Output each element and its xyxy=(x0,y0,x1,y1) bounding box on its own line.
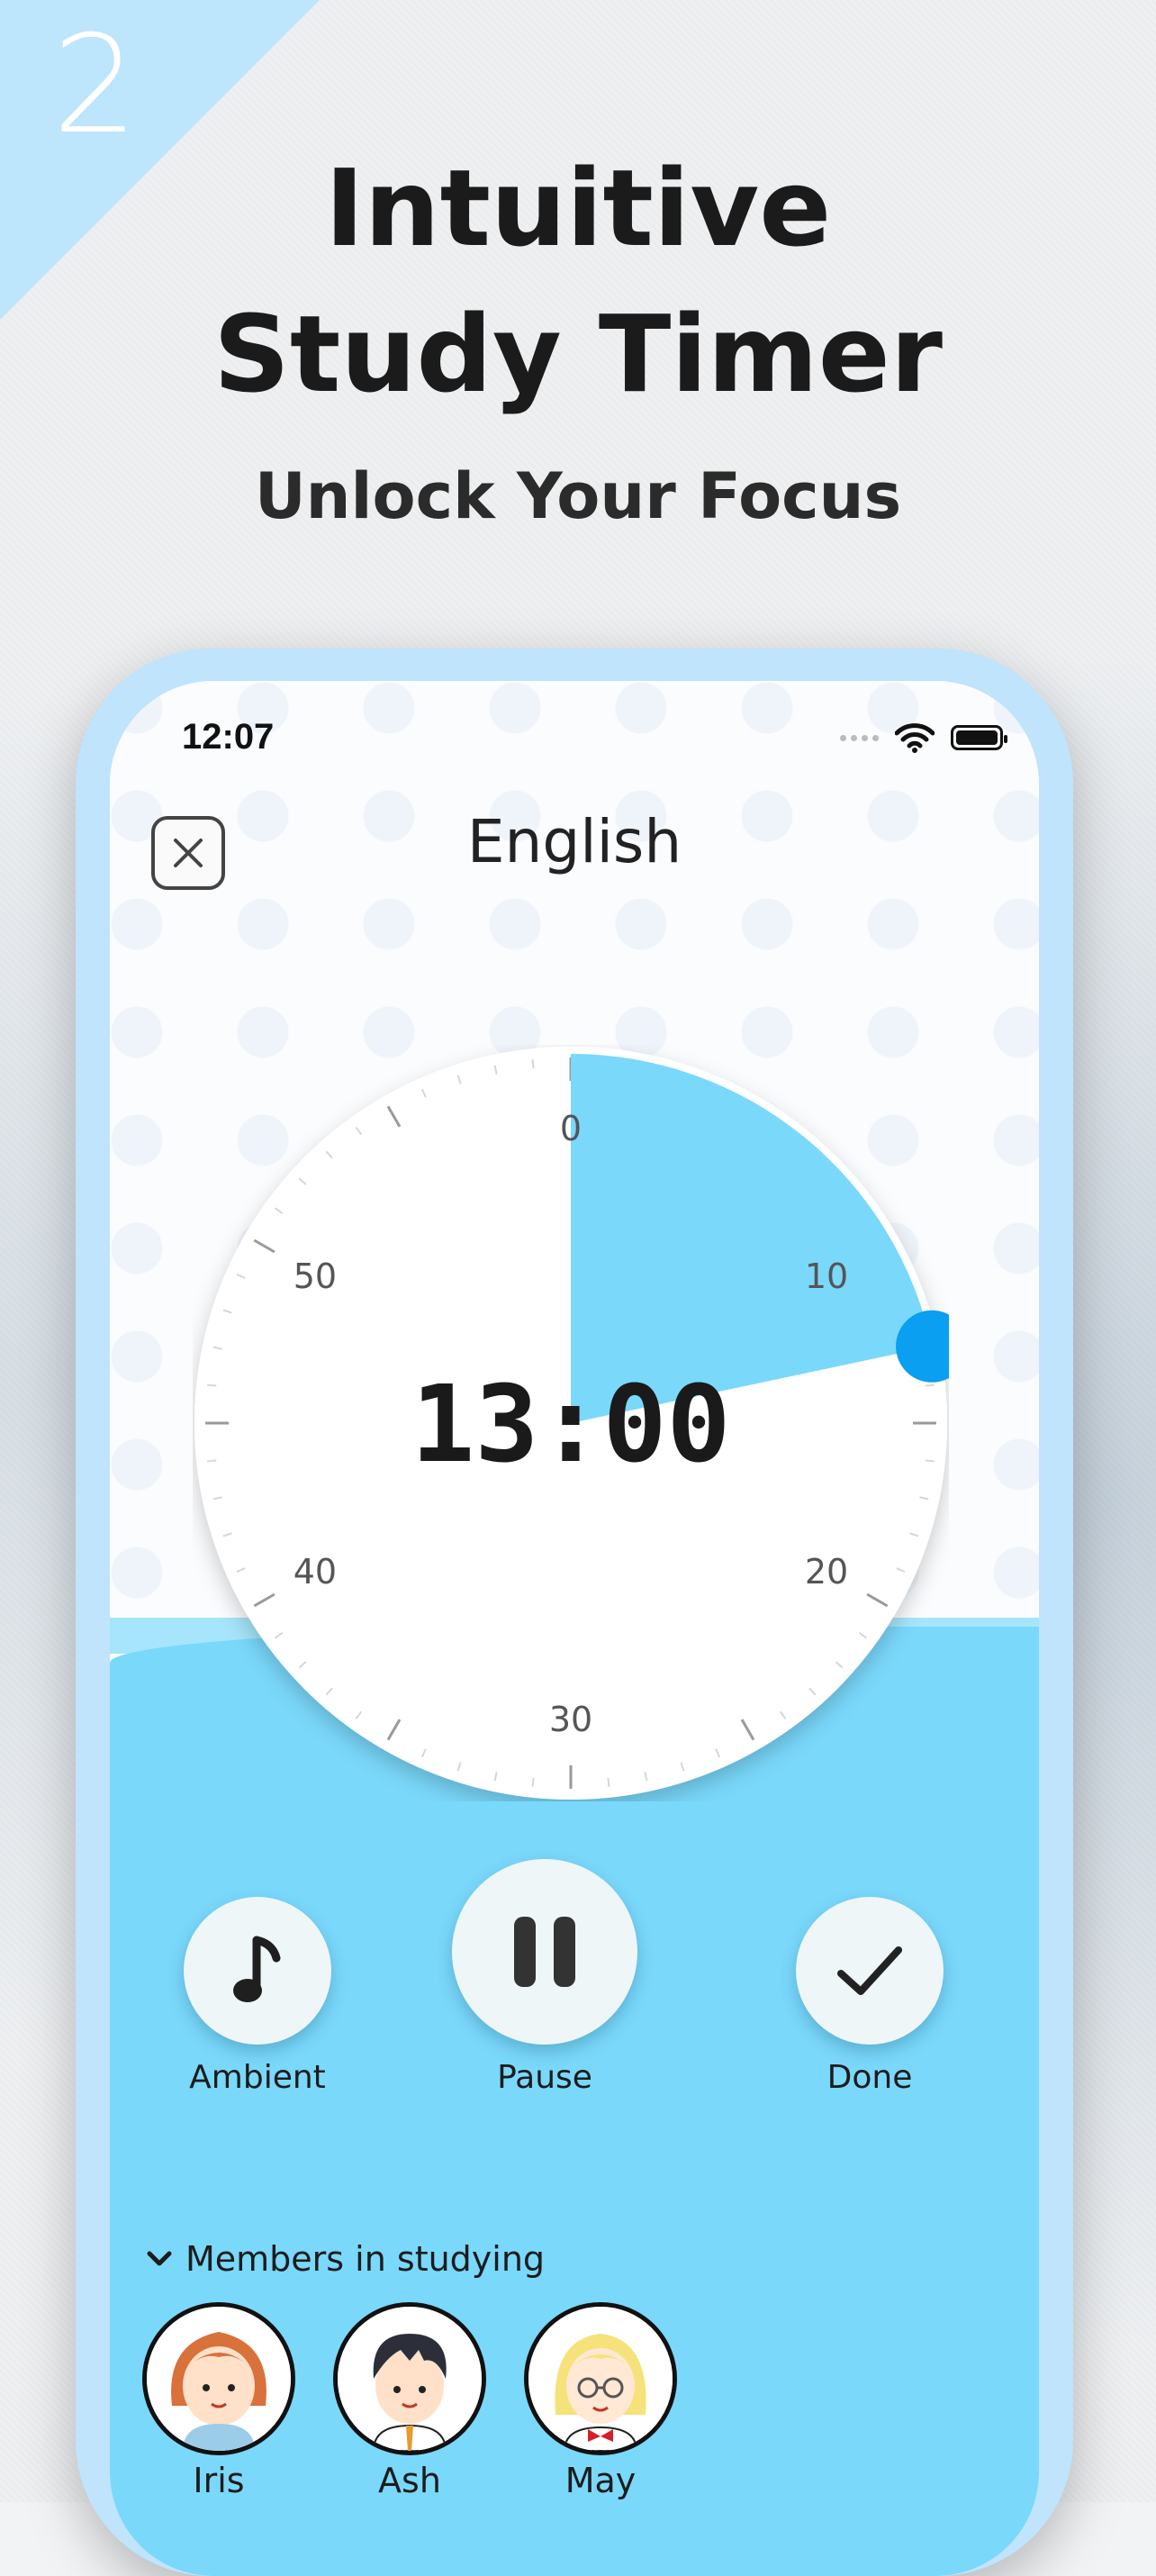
headline-line1: Intuitive xyxy=(324,146,832,270)
member-ash[interactable]: Ash xyxy=(333,2302,486,2500)
status-time: 12:07 xyxy=(182,717,275,757)
member-name: May xyxy=(564,2461,637,2500)
battery-icon xyxy=(951,725,1007,750)
dial-label: 50 xyxy=(294,1256,337,1296)
wifi-icon xyxy=(895,723,935,753)
girl-avatar-icon xyxy=(147,2307,291,2451)
pause-button[interactable] xyxy=(452,1859,637,2045)
avatar xyxy=(142,2302,295,2455)
headline: Intuitive Study Timer xyxy=(0,135,1156,427)
phone-screen: 12:07 English 0 10 20 30 40 50 13:00 Amb… xyxy=(110,681,1039,2576)
phone-frame: 12:07 English 0 10 20 30 40 50 13:00 Amb… xyxy=(76,649,1073,2576)
ambient-button[interactable] xyxy=(184,1897,331,2045)
timer-dial-svg: 0 10 20 30 40 50 13:00 xyxy=(194,1047,969,1800)
dial-tick xyxy=(925,1459,935,1463)
subject-title: English xyxy=(466,807,682,876)
pause-icon xyxy=(514,1917,575,1987)
music-note-icon xyxy=(233,1936,281,2002)
done-label: Done xyxy=(826,2059,913,2096)
headline-line2: Study Timer xyxy=(213,292,943,416)
dial-tick xyxy=(925,1383,935,1387)
dial-tick xyxy=(607,1777,610,1787)
dial-tick xyxy=(531,1059,535,1069)
dial-tick xyxy=(207,1459,217,1463)
dial-tick xyxy=(207,1383,217,1387)
checkmark-icon xyxy=(837,1946,902,1995)
members-toggle[interactable]: Members in studying xyxy=(146,2239,545,2279)
dial-label: 0 xyxy=(560,1109,582,1148)
pause-label: Pause xyxy=(497,2059,592,2096)
timer-dial[interactable]: 0 10 20 30 40 50 13:00 xyxy=(193,1045,969,1801)
timer-controls: Ambient Pause Done xyxy=(110,1859,1039,2149)
member-name: Iris xyxy=(193,2461,245,2500)
girl-glasses-avatar-icon xyxy=(528,2307,673,2451)
signal-icon xyxy=(840,734,879,741)
member-name: Ash xyxy=(378,2461,441,2500)
done-button[interactable] xyxy=(796,1897,944,2045)
avatar xyxy=(333,2302,486,2455)
boy-avatar-icon xyxy=(338,2307,482,2451)
members-list: Iris Ash May xyxy=(142,2302,677,2500)
dial-label: 30 xyxy=(549,1700,592,1739)
timer-display: 13:00 xyxy=(411,1362,730,1486)
badge-number: 2 xyxy=(52,7,139,164)
dial-label: 40 xyxy=(294,1552,337,1592)
dial-label: 10 xyxy=(805,1256,848,1296)
status-icons xyxy=(840,722,1007,753)
chevron-down-icon xyxy=(147,2251,172,2266)
avatar xyxy=(524,2302,677,2455)
member-may[interactable]: May xyxy=(524,2302,677,2500)
subheadline: Unlock Your Focus xyxy=(254,459,902,533)
dial-label: 20 xyxy=(805,1552,848,1592)
member-iris[interactable]: Iris xyxy=(142,2302,295,2500)
dial-tick xyxy=(531,1777,535,1787)
done-control: Done xyxy=(796,1897,944,2096)
members-heading: Members in studying xyxy=(185,2239,546,2279)
pause-control: Pause xyxy=(452,1859,637,2096)
ambient-label: Ambient xyxy=(189,2059,326,2096)
ambient-control: Ambient xyxy=(184,1897,331,2096)
